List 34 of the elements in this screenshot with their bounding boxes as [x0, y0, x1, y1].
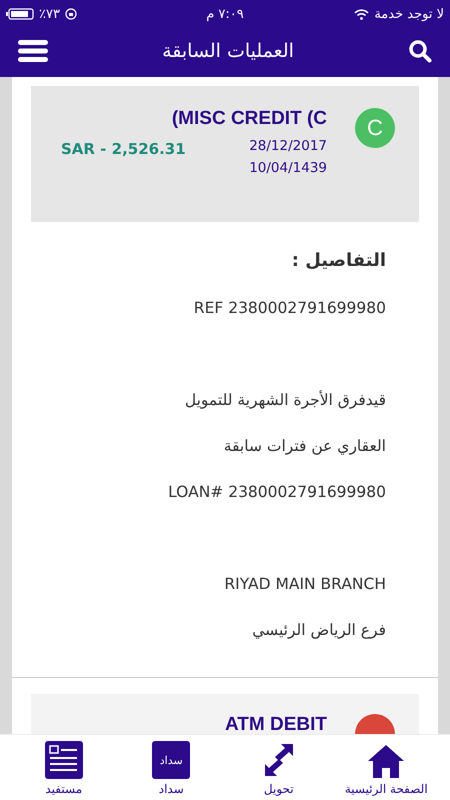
search-icon[interactable]	[408, 38, 432, 62]
tab-label: مستفيد	[45, 782, 82, 796]
rotation-lock-icon	[64, 8, 77, 20]
contact-card-icon	[44, 741, 83, 779]
transaction-card[interactable]: (MISC CREDIT (C SAR - 2,526.31 28/12/2017 10/04/1439 C	[31, 86, 419, 222]
transaction-card[interactable]: ATM DEBIT	[31, 694, 419, 734]
transaction-date: 28/12/2017	[249, 138, 327, 154]
menu-icon[interactable]	[18, 40, 48, 62]
transaction-amount: SAR - 2,526.31	[61, 140, 186, 160]
detail-line: فرع الرياض الرئيسي	[251, 620, 386, 641]
detail-line: قيدفرق الأجرة الشهرية للتمويل	[184, 389, 386, 411]
transaction-title: ATM DEBIT	[224, 714, 327, 734]
transaction-date: 10/04/1439	[249, 160, 327, 176]
page-title: العمليات السابقة	[162, 40, 294, 62]
tab-item[interactable]: سداد سداد	[121, 741, 222, 796]
wifi-icon	[354, 8, 370, 20]
tab-item[interactable]: مستفيد	[14, 741, 114, 796]
tab-label: سداد	[158, 782, 184, 796]
battery-percent: ٪٧٣	[39, 6, 60, 22]
transaction-title: (MISC CREDIT (C	[172, 108, 327, 130]
tab-item[interactable]: تحويل	[228, 741, 329, 796]
carrier-text: لا توجد خدمة	[374, 6, 444, 22]
detail-line: REF 2380002791699980	[192, 298, 386, 319]
tab-label: الصفحة الرئيسية	[344, 782, 428, 796]
detail-line: RIYAD MAIN BRANCH	[223, 574, 386, 595]
detail-line: العقاري عن فترات سابقة	[222, 436, 386, 457]
tab-label: تحويل	[264, 782, 294, 796]
battery-icon	[6, 8, 34, 20]
tab-item[interactable]: الصفحة الرئيسية	[336, 741, 436, 796]
avatar-circle: C	[355, 108, 395, 148]
sadad-logo: سداد	[152, 741, 190, 779]
detail-line: LOAN# 2380002791699980	[167, 482, 386, 503]
clock-time: ٧:٠٩ م	[206, 6, 244, 22]
details-heading: التفاصيل :	[290, 250, 386, 271]
